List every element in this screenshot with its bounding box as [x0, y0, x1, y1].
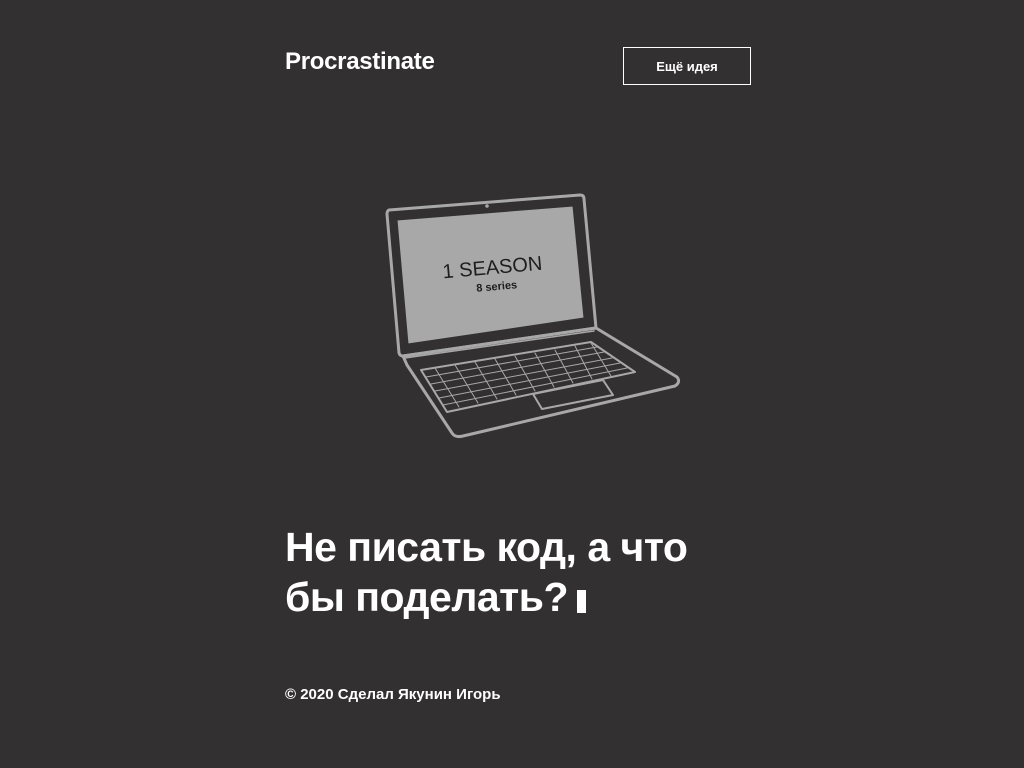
site-logo[interactable]: Procrastinate	[285, 46, 435, 78]
footer-copyright: © 2020 Сделал Якунин Игорь	[285, 686, 501, 703]
headline: Не писать код, а что бы поделать?	[285, 522, 753, 622]
page-container: Procrastinate Ещё идея 1 SEASON 8 series…	[285, 0, 753, 768]
headline-line-1: Не писать код, а что	[285, 524, 688, 570]
more-idea-button[interactable]: Ещё идея	[623, 47, 751, 85]
laptop-illustration: 1 SEASON 8 series	[385, 193, 681, 439]
headline-line-2: бы поделать?	[285, 574, 569, 620]
typing-cursor	[577, 590, 587, 613]
